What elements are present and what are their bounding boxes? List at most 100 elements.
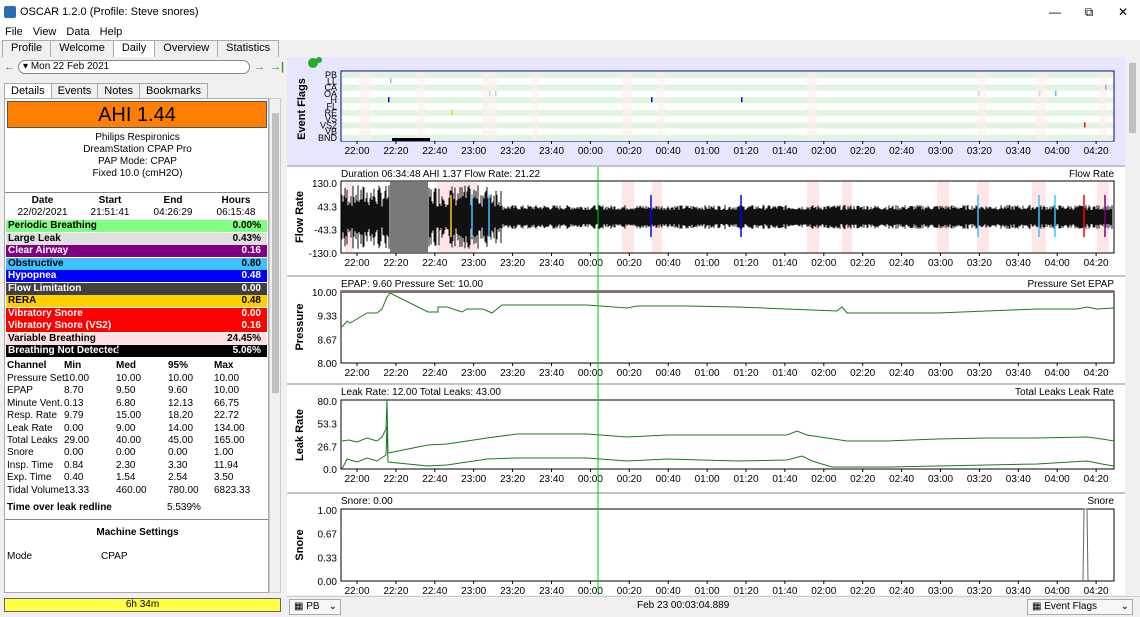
stat-cell: 0.00 [116,447,136,459]
leak-redline-label: Time over leak redline [7,502,112,513]
y-tick-label: -43.3 [314,226,337,237]
tab-daily[interactable]: Daily [112,40,156,57]
time-tick-label: 04:20 [1084,474,1109,485]
y-tick-label: 9.33 [318,312,338,323]
stat-cell: 40.00 [116,435,142,446]
time-tick-label: 02:00 [811,368,836,379]
title-bar: OSCAR 1.2.0 (Profile: Steve snores) — ⧉ … [0,0,1140,24]
statistics-row: Exp. Time 0.40 1.54 2.54 3.50 [5,472,268,484]
y-tick-label: 0.0 [323,465,337,476]
tab-events[interactable]: Events [50,83,99,98]
stat-cell: 1.54 [116,472,136,484]
event-row: RERA 0.48 [6,295,267,307]
time-tick-label: 02:20 [850,586,875,595]
maximize-button[interactable]: ⧉ [1072,0,1106,24]
event-row: Flow Limitation 0.00 [6,282,267,295]
detail-tabs: Details Events Notes Bookmarks [4,83,209,98]
tab-overview[interactable]: Overview [154,40,219,57]
event-value: 0.00 [241,307,261,319]
scrollbar-thumb[interactable] [272,113,279,393]
divider [5,192,268,193]
y-tick-label: -130.0 [309,249,338,260]
statistics-row: Minute Vent. 0.13 6.80 12.13 66.75 [5,398,268,410]
event-name: Hypopnea [8,270,57,281]
flow-rate-legend: Flow Rate [1069,169,1114,180]
time-tick-label: 00:20 [617,368,642,379]
scrollbar-thumb[interactable] [1129,63,1136,133]
details-scrollbar[interactable] [269,98,281,593]
machine-model: DreamStation CPAP Pro [83,144,192,155]
time-tick-label: 00:20 [617,474,642,485]
time-tick-label: 23:00 [461,586,486,595]
time-tick-label: 22:40 [422,146,447,157]
stat-cell: 10.00 [168,373,194,384]
time-tick-label: 02:00 [811,586,836,595]
snore-title: Snore [294,529,306,560]
tab-notes[interactable]: Notes [97,83,141,98]
stat-cell: 13.33 [64,484,90,496]
graph-scrollbar[interactable] [1125,57,1140,595]
daily-graphs[interactable]: PBLLCAOAHFLREVSVS2VBBND Event Flags 22:0… [287,57,1125,595]
stat-cell: 1.00 [214,447,234,459]
time-tick-label: 22:40 [422,258,447,269]
time-tick-label: 01:20 [733,368,758,379]
menu-bar: File View Data Help [0,24,1140,40]
close-button[interactable]: ✕ [1106,0,1140,24]
time-tick-label: 03:20 [967,258,992,269]
time-tick-label: 23:00 [461,474,486,485]
snore-plot [340,508,1115,582]
stat-cell: Insp. Time [7,459,54,471]
time-tick-label: 22:20 [383,368,408,379]
time-tick-label: 03:40 [1006,368,1031,379]
menu-data[interactable]: Data [61,24,94,40]
time-tick-label: 23:20 [500,586,525,595]
status-bar: ▦ PB ⌄ Feb 23 00:03:04.889 ▦ Event Flags… [287,596,1140,617]
time-tick-label: 22:00 [344,474,369,485]
y-tick-label: 43.3 [318,202,338,213]
y-tick-label: 8.00 [318,359,338,370]
stat-cell: 2.30 [116,459,136,471]
time-tick-label: 03:00 [928,474,953,485]
tab-welcome[interactable]: Welcome [50,40,114,57]
ahi-banner: AHI 1.44 [7,101,267,128]
time-tick-label: 03:40 [1006,146,1031,157]
graph-select[interactable]: ▦ Event Flags ⌄ [1027,599,1133,615]
last-day-button[interactable]: →| [270,60,284,74]
session-summary: Date Start End Hours 22/02/2021 21:51:41… [5,195,268,219]
flag-row-band [342,109,1113,116]
window-title: OSCAR 1.2.0 (Profile: Steve snores) [20,6,199,18]
prev-day-button[interactable]: ← [4,60,15,74]
time-tick-label: 23:00 [461,146,486,157]
minimize-button[interactable]: — [1038,0,1072,24]
statistics-title: Statistics [115,347,160,358]
stat-cell: 14.00 [168,422,194,434]
session-date: 22/02/2021 [17,207,68,218]
date-picker[interactable]: ▾ Mon 22 Feb 2021 [18,60,250,74]
event-row: Clear Airway 0.16 [6,245,267,257]
event-name: Obstructive [8,257,64,269]
tab-statistics[interactable]: Statistics [217,40,280,57]
menu-help[interactable]: Help [95,24,128,40]
machine-settings-title: Machine Settings [96,527,179,538]
event-type-select[interactable]: ▦ PB ⌄ [289,599,341,615]
tab-details[interactable]: Details [4,83,52,98]
event-name: Clear Airway [8,245,69,256]
event-flag-mark [1055,90,1057,96]
left-pane: ← ▾ Mon 22 Feb 2021 → →| Details Events … [0,57,287,617]
pin-icon[interactable] [316,57,322,63]
flag-row-band [342,122,1113,129]
time-tick-label: 04:20 [1084,258,1109,269]
mode-label: Mode [7,551,33,562]
time-tick-label: 04:20 [1084,368,1109,379]
menu-view[interactable]: View [28,24,62,40]
menu-file[interactable]: File [0,24,28,40]
stat-header-channel: Channel [7,360,47,371]
y-tick-label: 53.3 [318,420,338,431]
time-tick-label: 23:00 [461,258,486,269]
tab-bookmarks[interactable]: Bookmarks [139,83,209,98]
y-tick-label: 0.00 [318,577,338,588]
next-day-button[interactable]: → [254,60,265,74]
event-value: 0.00 [241,282,261,294]
tab-profile[interactable]: Profile [2,40,52,57]
statistics-row: Tidal Volume 13.33 460.00 780.00 6823.33 [5,484,268,497]
